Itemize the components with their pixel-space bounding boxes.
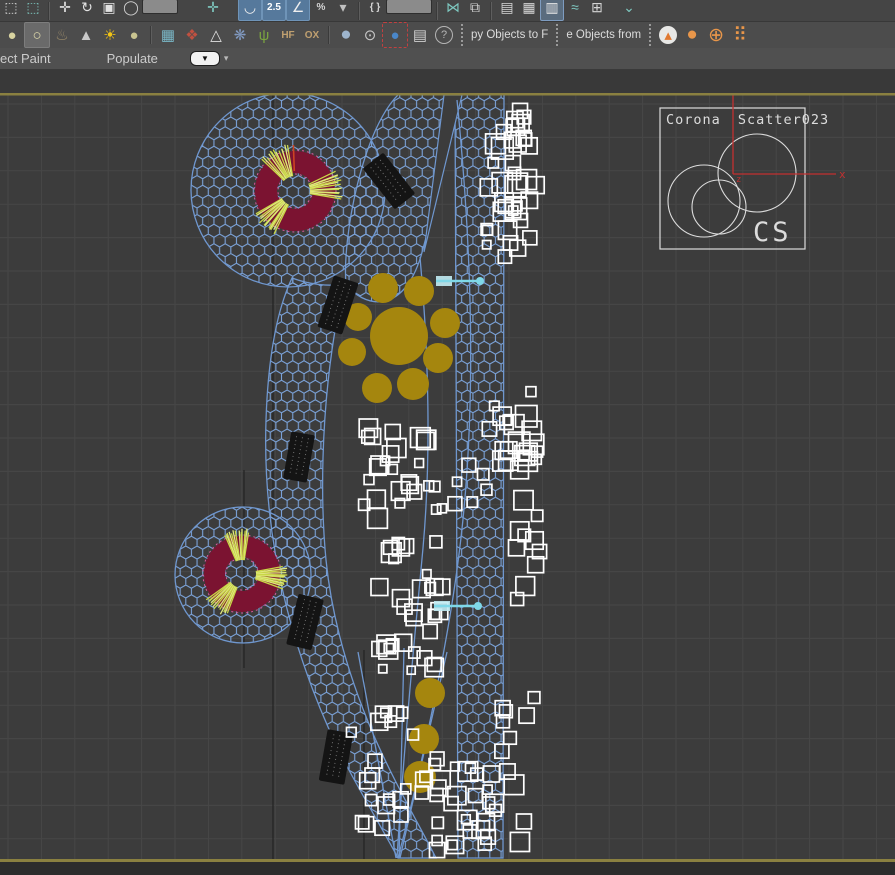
hemisphere-icon[interactable]: ● — [0, 23, 24, 47]
snap-toggle-icon[interactable]: ◡ — [238, 0, 262, 21]
tree-circle[interactable] — [404, 276, 434, 306]
sun-icon[interactable]: ☀ — [98, 23, 122, 47]
fur-hf-icon[interactable]: HF — [276, 23, 300, 47]
move-icon[interactable]: ✛ — [54, 0, 76, 20]
dotted-separator — [649, 24, 651, 46]
extras-toolbar: ●○♨▲☀●▦❖△❋ψHFOX●⊙●▤?py Objects to Fe Obj… — [0, 22, 895, 48]
paste-objects-button[interactable]: e Objects from — [563, 29, 644, 41]
tab-populate[interactable]: Populate — [107, 51, 158, 66]
tree-circle[interactable] — [397, 368, 429, 400]
copy-clipboard-icon[interactable]: ▤ — [408, 23, 432, 47]
toolbar-separator — [48, 2, 50, 20]
top-viewport[interactable]: Corona Scatter023 CS x z — [0, 0, 895, 875]
tree-circle[interactable] — [370, 307, 428, 365]
tree-circle[interactable] — [423, 343, 453, 373]
tool-tabs-row: ect Paint Populate ▼ ▾ — [0, 48, 895, 70]
select-by-material-icon[interactable]: ● — [382, 22, 408, 48]
dotted-separator — [461, 24, 463, 46]
gizmo-initials: CS — [753, 217, 792, 248]
main-toolbar: ⬚⬚✛↻▣◯✛◡2.5∠%▾{ }⋈⧉▤▦▥≈⊞⌄ — [0, 0, 895, 22]
teapot-icon[interactable]: ♨ — [50, 23, 74, 47]
dropdown-caret-icon[interactable]: ▾ — [224, 53, 229, 64]
plant-fan-line — [256, 574, 287, 575]
selection-set-field[interactable] — [386, 0, 432, 14]
red-tick — [293, 145, 294, 171]
tree-circle[interactable] — [338, 338, 366, 366]
path-right-strip[interactable] — [455, 93, 504, 858]
populate-dropdown-pill[interactable]: ▼ — [190, 51, 220, 66]
plaza-circle-top[interactable] — [191, 93, 385, 287]
scale-icon[interactable]: ▣ — [98, 0, 120, 20]
toolbar-separator — [490, 2, 492, 20]
placement-icon[interactable]: ◯ — [120, 0, 142, 20]
snap-dropdown-icon[interactable]: ▾ — [332, 0, 354, 20]
scene-layer: Corona Scatter023 CS x z — [0, 93, 895, 862]
corona-dots-icon[interactable]: ⠿ — [728, 23, 752, 47]
material-ball-icon[interactable]: ● — [334, 23, 358, 47]
material-picker-icon[interactable]: ⊙ — [358, 23, 382, 47]
viewport-canvas[interactable]: Corona Scatter023 CS x z — [0, 0, 895, 875]
toolbar-separator — [328, 26, 330, 44]
ring-icon[interactable]: ○ — [24, 22, 50, 48]
snap-25-button[interactable]: 2.5 — [262, 0, 286, 21]
tree-circle[interactable] — [362, 373, 392, 403]
toolbar-separator — [436, 2, 438, 20]
hair-ox-icon[interactable]: OX — [300, 23, 324, 47]
rock-icon[interactable]: ❋ — [228, 23, 252, 47]
3dsmax-window: { "toolbar_row1": { "items": [ {"t":"ico… — [0, 0, 895, 875]
tree-circle[interactable] — [430, 308, 460, 338]
toolbar-separator — [358, 2, 360, 20]
dotted-separator — [556, 24, 558, 46]
viewport-bottom-border — [0, 859, 895, 862]
align-icon[interactable]: ⧉ — [464, 0, 486, 20]
viewport-top-border — [0, 93, 895, 96]
status-strip — [0, 862, 895, 875]
scene-explorer-icon[interactable]: ▥ — [540, 0, 564, 21]
pyramid-proxy-icon[interactable]: △ — [204, 23, 228, 47]
angle-snap-icon[interactable]: ∠ — [286, 0, 310, 21]
gizmo-title: Corona Scatter023 — [666, 112, 829, 128]
reference-coordinate-dropdown[interactable] — [142, 0, 178, 14]
corona-circle-icon[interactable]: ● — [680, 23, 704, 47]
help-icon[interactable]: ? — [432, 23, 456, 47]
paint-select-icon[interactable]: ⬚ — [22, 0, 44, 20]
rotate-icon[interactable]: ↻ — [76, 0, 98, 20]
render-chevron-icon[interactable]: ⌄ — [618, 0, 640, 20]
metaball-icon[interactable]: ❖ — [180, 23, 204, 47]
rect-select-icon[interactable]: ⬚ — [0, 0, 22, 20]
cone-icon[interactable]: ▲ — [74, 23, 98, 47]
manipulate-icon[interactable]: ✛ — [202, 0, 224, 20]
grass-icon[interactable]: ψ — [252, 23, 276, 47]
named-selection-sets-icon[interactable]: { } — [364, 0, 386, 20]
mirror-icon[interactable]: ⋈ — [442, 0, 464, 20]
ribbon-icon[interactable]: ▦ — [518, 0, 540, 20]
tab-object-paint[interactable]: ect Paint — [0, 51, 51, 66]
copy-objects-button[interactable]: py Objects to F — [468, 29, 551, 41]
corona-flame-icon[interactable]: ▴ — [656, 23, 680, 47]
toolbar-separator — [150, 26, 152, 44]
x-axis-label: x — [839, 168, 846, 181]
curve-editor-icon[interactable]: ≈ — [564, 0, 586, 20]
layer-manager-icon[interactable]: ▤ — [496, 0, 518, 20]
plaza-circle-bottom[interactable] — [175, 507, 311, 643]
corona-globe-icon[interactable]: ⊕ — [704, 23, 728, 47]
sphere-icon[interactable]: ● — [122, 23, 146, 47]
schematic-view-icon[interactable]: ⊞ — [586, 0, 608, 20]
tree-circle[interactable] — [368, 273, 398, 303]
particle-array-icon[interactable]: ▦ — [156, 23, 180, 47]
z-axis-label: z — [736, 175, 741, 185]
toolbar-viewport-gap — [0, 70, 895, 93]
tree-circle[interactable] — [415, 678, 445, 708]
percent-snap-icon[interactable]: % — [310, 0, 332, 20]
